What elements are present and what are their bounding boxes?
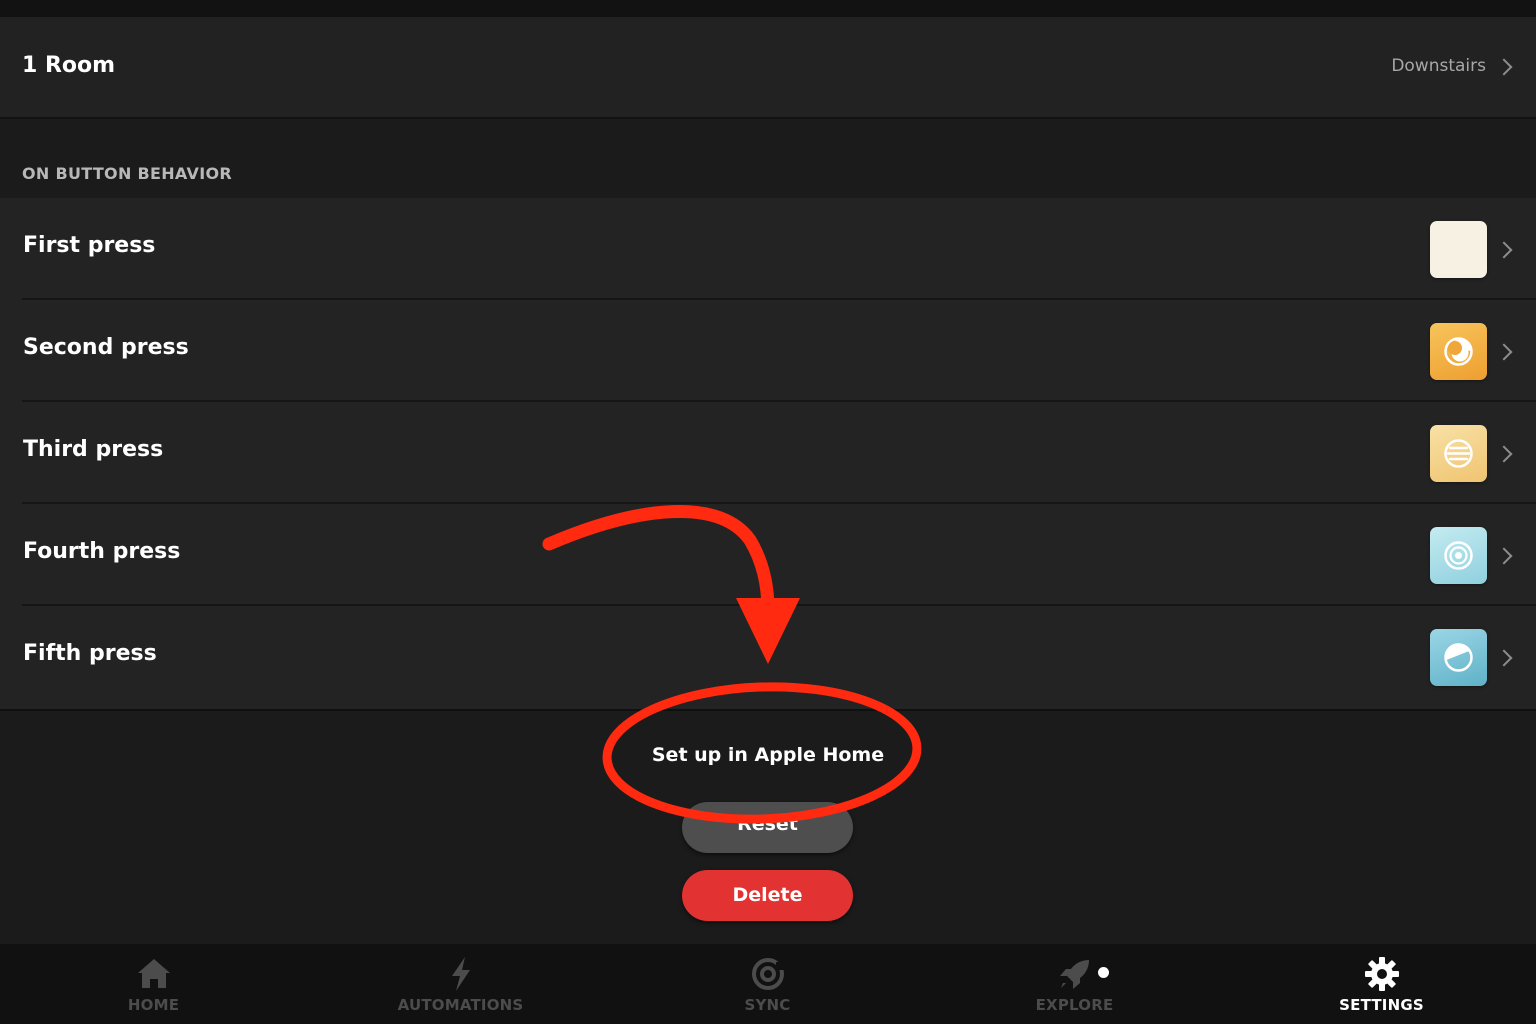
- press-row-second[interactable]: Second press: [0, 300, 1536, 402]
- explore-badge-dot: [1098, 967, 1109, 978]
- scene-swatch-read: [1430, 425, 1487, 482]
- press-row-fourth[interactable]: Fourth press: [0, 504, 1536, 606]
- press-label: Fifth press: [23, 641, 157, 666]
- room-value: Downstairs: [1391, 56, 1486, 76]
- chevron-right-icon: [1495, 343, 1513, 361]
- tab-label: SETTINGS: [1339, 996, 1424, 1014]
- room-title: 1 Room: [22, 53, 116, 78]
- delete-button[interactable]: Delete: [682, 870, 853, 921]
- dimmed-moon-icon: [1444, 337, 1473, 366]
- tab-label: SYNC: [744, 996, 791, 1014]
- reset-button[interactable]: Reset: [682, 802, 853, 853]
- sync-icon: [751, 958, 784, 990]
- tab-explore[interactable]: EXPLORE: [921, 944, 1228, 1024]
- room-row[interactable]: 1 Room Downstairs: [0, 17, 1536, 119]
- read-lines-icon: [1444, 439, 1473, 468]
- tab-sync[interactable]: SYNC: [614, 944, 921, 1024]
- tab-automations[interactable]: AUTOMATIONS: [307, 944, 614, 1024]
- section-header: ON BUTTON BEHAVIOR: [22, 164, 232, 183]
- concentrate-target-icon: [1444, 541, 1473, 570]
- settings-page: 1 Room Downstairs ON BUTTON BEHAVIOR Fir…: [0, 0, 1536, 1024]
- press-label: Third press: [23, 437, 164, 462]
- chevron-right-icon: [1495, 58, 1513, 76]
- chevron-right-icon: [1495, 649, 1513, 667]
- scene-swatch-dimmed: [1430, 323, 1487, 380]
- tab-label: AUTOMATIONS: [397, 996, 524, 1014]
- press-label: Fourth press: [23, 539, 181, 564]
- scene-swatch-concentrate: [1430, 527, 1487, 584]
- press-row-fifth[interactable]: Fifth press: [0, 606, 1536, 708]
- top-strip: [0, 0, 1536, 17]
- tab-bar: HOME AUTOMATIONS SYNC EXPLORE SETTINGS: [0, 944, 1536, 1024]
- tab-label: HOME: [127, 996, 180, 1014]
- press-row-third[interactable]: Third press: [0, 402, 1536, 504]
- press-row-first[interactable]: First press: [0, 198, 1536, 300]
- bolt-icon: [451, 957, 470, 991]
- chevron-right-icon: [1495, 241, 1513, 259]
- home-icon: [137, 959, 170, 988]
- chevron-right-icon: [1495, 547, 1513, 565]
- press-label: First press: [23, 233, 156, 258]
- tab-label: EXPLORE: [1035, 996, 1114, 1014]
- setup-apple-home-link[interactable]: Set up in Apple Home: [0, 744, 1536, 766]
- tab-home[interactable]: HOME: [0, 944, 307, 1024]
- rocket-icon: [1059, 960, 1089, 989]
- press-list: First press Second press Third press Fou…: [0, 198, 1536, 711]
- scene-swatch-bright: [1430, 221, 1487, 278]
- scene-swatch-energize: [1430, 629, 1487, 686]
- gear-icon: [1364, 957, 1399, 991]
- press-label: Second press: [23, 335, 189, 360]
- chevron-right-icon: [1495, 445, 1513, 463]
- tab-settings[interactable]: SETTINGS: [1228, 944, 1535, 1024]
- energize-half-icon: [1444, 643, 1473, 672]
